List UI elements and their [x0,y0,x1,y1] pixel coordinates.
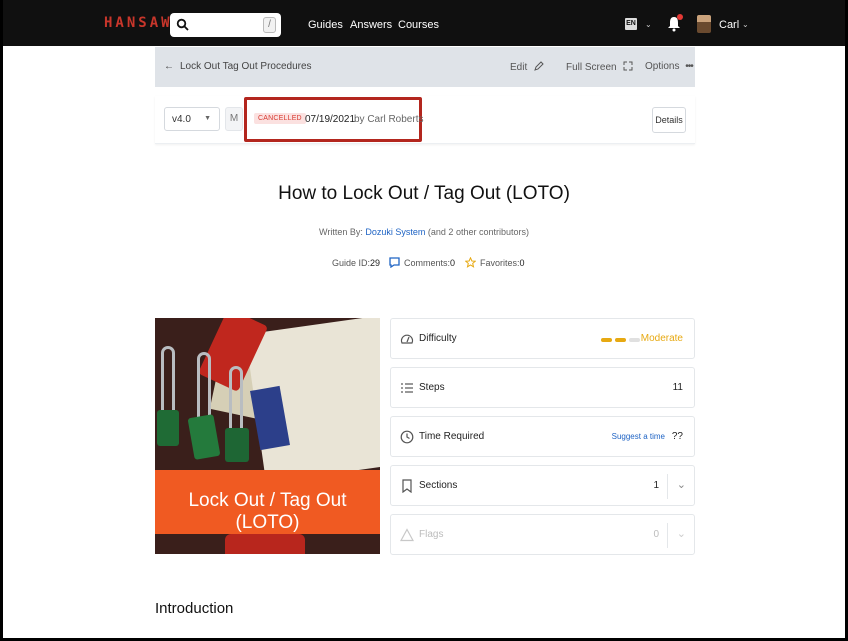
user-menu[interactable]: Carl [719,19,739,31]
version-date: 07/19/2021 [305,114,356,125]
edit-button[interactable]: Edit [510,61,544,73]
list-icon [401,383,413,393]
hero-padlock-shape [225,428,249,462]
options-button[interactable]: Options ••• [645,61,694,72]
contributors-link[interactable]: (and 2 other contributors) [428,227,529,237]
difficulty-value: Moderate [640,333,683,344]
comment-icon [389,257,400,268]
favorites-count: 0 [519,258,525,268]
nav-courses[interactable]: Courses [398,19,439,31]
fullscreen-label: Full Screen [566,62,617,73]
time-required-card: Time Required Suggest a time ?? [390,416,695,457]
difficulty-bar-segment [615,338,626,342]
clock-icon [400,430,414,444]
author-link[interactable]: Dozuki System [365,227,425,237]
steps-card: Steps 11 [390,367,695,408]
edit-label: Edit [510,62,528,73]
hero-danger-tag-shape [225,534,305,554]
page-title: How to Lock Out / Tag Out (LOTO) [278,183,570,204]
pencil-icon [534,61,544,71]
dropdown-arrow-icon: ▼ [204,115,211,122]
breadcrumb-label: Lock Out Tag Out Procedures [180,61,312,72]
sections-card[interactable]: Sections 1 ⌄​ [390,465,695,506]
fullscreen-icon [623,61,633,71]
flags-card[interactable]: Flags 0 ⌄​ [390,514,695,555]
guide-hero-image: Lock Out / Tag Out (LOTO) [155,318,380,554]
hero-padlock-shape [157,410,179,446]
comments-count: 0 [450,258,456,268]
comments-link[interactable]: Comments:0 [404,258,455,268]
version-author[interactable]: by Carl Roberts [354,114,423,125]
written-by-label: Written By: [319,227,363,237]
sections-label: Sections [419,480,458,491]
nav-answers[interactable]: Answers [350,19,392,31]
favorites-label: Favorites: [480,258,520,268]
difficulty-bar-segment [629,338,640,342]
hero-banner-text: Lock Out / Tag Out (LOTO) [188,490,347,533]
avatar[interactable] [697,15,711,33]
more-dots-icon: ••• [685,61,693,72]
search-input[interactable]: / [170,13,281,37]
steps-label: Steps [419,382,445,393]
section-heading-introduction: Introduction [155,600,234,617]
status-badge: CANCELLED [254,113,306,124]
favorites-link[interactable]: Favorites:0 [480,258,525,268]
flags-label: Flags [419,529,444,540]
fullscreen-button[interactable]: Full Screen [566,61,633,73]
arrow-left-icon: ← [164,61,174,72]
guide-id: Guide ID:29 [332,258,380,268]
details-button[interactable]: Details [652,107,686,133]
site-logo[interactable]: HANSAW [104,15,173,31]
chevron-down-icon: ⌄ [645,20,652,29]
gauge-icon [400,334,414,344]
version-select[interactable]: v4.0 ▼ [164,107,220,131]
comments-label: Comments: [404,258,451,268]
hero-banner: Lock Out / Tag Out (LOTO) [155,470,380,534]
time-required-value: ?? [671,431,683,442]
difficulty-bar-segment [601,338,612,342]
difficulty-card: Difficulty Moderate [390,318,695,359]
search-shortcut-hint: / [263,17,276,33]
chevron-down-icon: ⌄ [742,20,749,29]
language-selector[interactable]: EN [625,18,637,30]
difficulty-label: Difficulty [419,333,457,344]
hero-padlock-shape [187,414,221,460]
flags-value: 0 [653,529,659,540]
nav-guides[interactable]: Guides [308,19,343,31]
notification-dot [677,14,683,20]
version-value: v4.0 [172,114,191,125]
suggest-time-link[interactable]: Suggest a time [612,432,665,441]
guide-id-label: Guide ID: [332,258,371,268]
m-button[interactable]: M [225,107,243,131]
search-icon [176,18,189,31]
time-required-label: Time Required [419,431,485,442]
divider [667,523,668,548]
divider [667,474,668,499]
double-chevron-down-icon[interactable]: ⌄​ [677,478,686,491]
double-chevron-down-icon[interactable]: ⌄​ [677,527,686,540]
sections-value: 1 [653,480,659,491]
breadcrumb: ← Lock Out Tag Out Procedures Edit Full S… [155,47,695,87]
bookmark-icon [402,479,412,493]
guide-id-value: 29 [370,258,381,268]
star-icon [465,257,476,268]
steps-value: 11 [672,382,683,393]
options-label: Options [645,61,680,72]
top-navbar: HANSAW / Guides Answers Courses EN ⌄ Car… [0,0,848,46]
warning-icon [400,528,414,542]
breadcrumb-back-link[interactable]: ← Lock Out Tag Out Procedures [164,61,312,72]
version-bar: v4.0 ▼ M Details [155,96,695,144]
byline: Written By: Dozuki System (and 2 other c… [0,227,848,237]
